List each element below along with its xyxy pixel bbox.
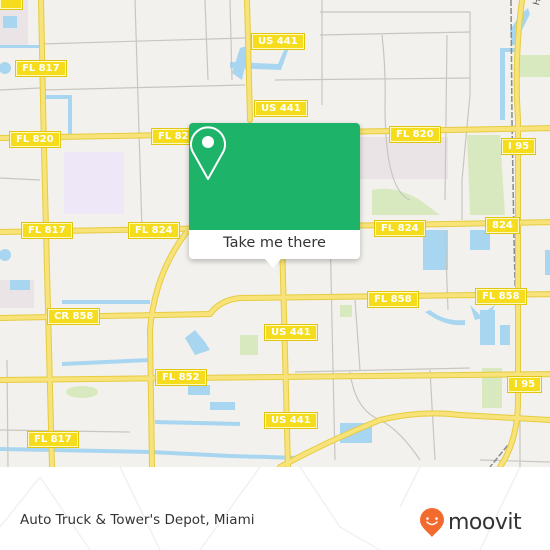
road-shield-cr858: CR 858 bbox=[46, 308, 101, 325]
road-shield-fl858: FL 858 bbox=[475, 288, 527, 305]
lake bbox=[0, 249, 11, 261]
park-area bbox=[240, 335, 258, 355]
map-pin-icon bbox=[190, 126, 226, 180]
lake bbox=[10, 280, 30, 290]
lake bbox=[0, 62, 11, 74]
road-shield bbox=[0, 0, 24, 10]
lake bbox=[185, 330, 210, 355]
take-me-there-button[interactable]: Take me there bbox=[189, 230, 360, 259]
park-area bbox=[467, 135, 505, 215]
road-shield-fl817: FL 817 bbox=[27, 431, 79, 448]
road-shield-fl824: FL 824 bbox=[374, 220, 426, 237]
park-area bbox=[340, 305, 352, 317]
road-shield-us441: US 441 bbox=[254, 100, 308, 117]
lake bbox=[188, 385, 210, 395]
road-shield-fl817: FL 817 bbox=[15, 60, 67, 77]
road-shield-824: 824 bbox=[485, 217, 520, 234]
lake bbox=[480, 310, 495, 345]
industrial-area bbox=[360, 137, 448, 179]
place-name: Auto Truck & Tower's Depot, Miami bbox=[20, 512, 255, 528]
road-shield-i95: I 95 bbox=[506, 376, 543, 393]
lake bbox=[545, 250, 550, 275]
road-shield-fl852: FL 852 bbox=[155, 369, 207, 386]
canal bbox=[62, 358, 150, 366]
park-area bbox=[66, 386, 98, 398]
road-shield-i95: I 95 bbox=[500, 138, 537, 155]
road-shield-us441: US 441 bbox=[264, 324, 318, 341]
road-shield-fl820: FL 820 bbox=[9, 131, 61, 148]
location-popup: Take me there bbox=[189, 123, 360, 268]
lake bbox=[425, 310, 465, 326]
road-shield-us441: US 441 bbox=[251, 33, 305, 50]
lake bbox=[500, 325, 510, 345]
road-shield-us441: US 441 bbox=[264, 412, 318, 429]
canal bbox=[0, 45, 40, 48]
park-area bbox=[518, 55, 550, 77]
park-area bbox=[372, 188, 440, 215]
moovit-wordmark: moovit bbox=[448, 510, 522, 535]
canal bbox=[45, 95, 72, 135]
institutional-area bbox=[64, 152, 124, 214]
road-shield-fl820: FL 820 bbox=[389, 126, 441, 143]
lake bbox=[3, 16, 17, 28]
canal bbox=[155, 420, 240, 426]
lake bbox=[423, 230, 448, 270]
popup-pointer bbox=[265, 259, 281, 268]
map-view[interactable]: FL 817 US 441 US 441 FL 820 FL 820 FL 82… bbox=[0, 0, 550, 467]
moovit-smile-pin-icon bbox=[420, 508, 444, 537]
lake bbox=[210, 402, 235, 410]
road-shield-fl817: FL 817 bbox=[21, 222, 73, 239]
popup-header bbox=[189, 123, 360, 230]
moovit-logo[interactable]: moovit bbox=[419, 508, 522, 538]
canal bbox=[62, 300, 150, 304]
road-shield-fl824: FL 824 bbox=[128, 222, 180, 239]
lake bbox=[470, 230, 490, 250]
road-shield-fl858: FL 858 bbox=[367, 291, 419, 308]
